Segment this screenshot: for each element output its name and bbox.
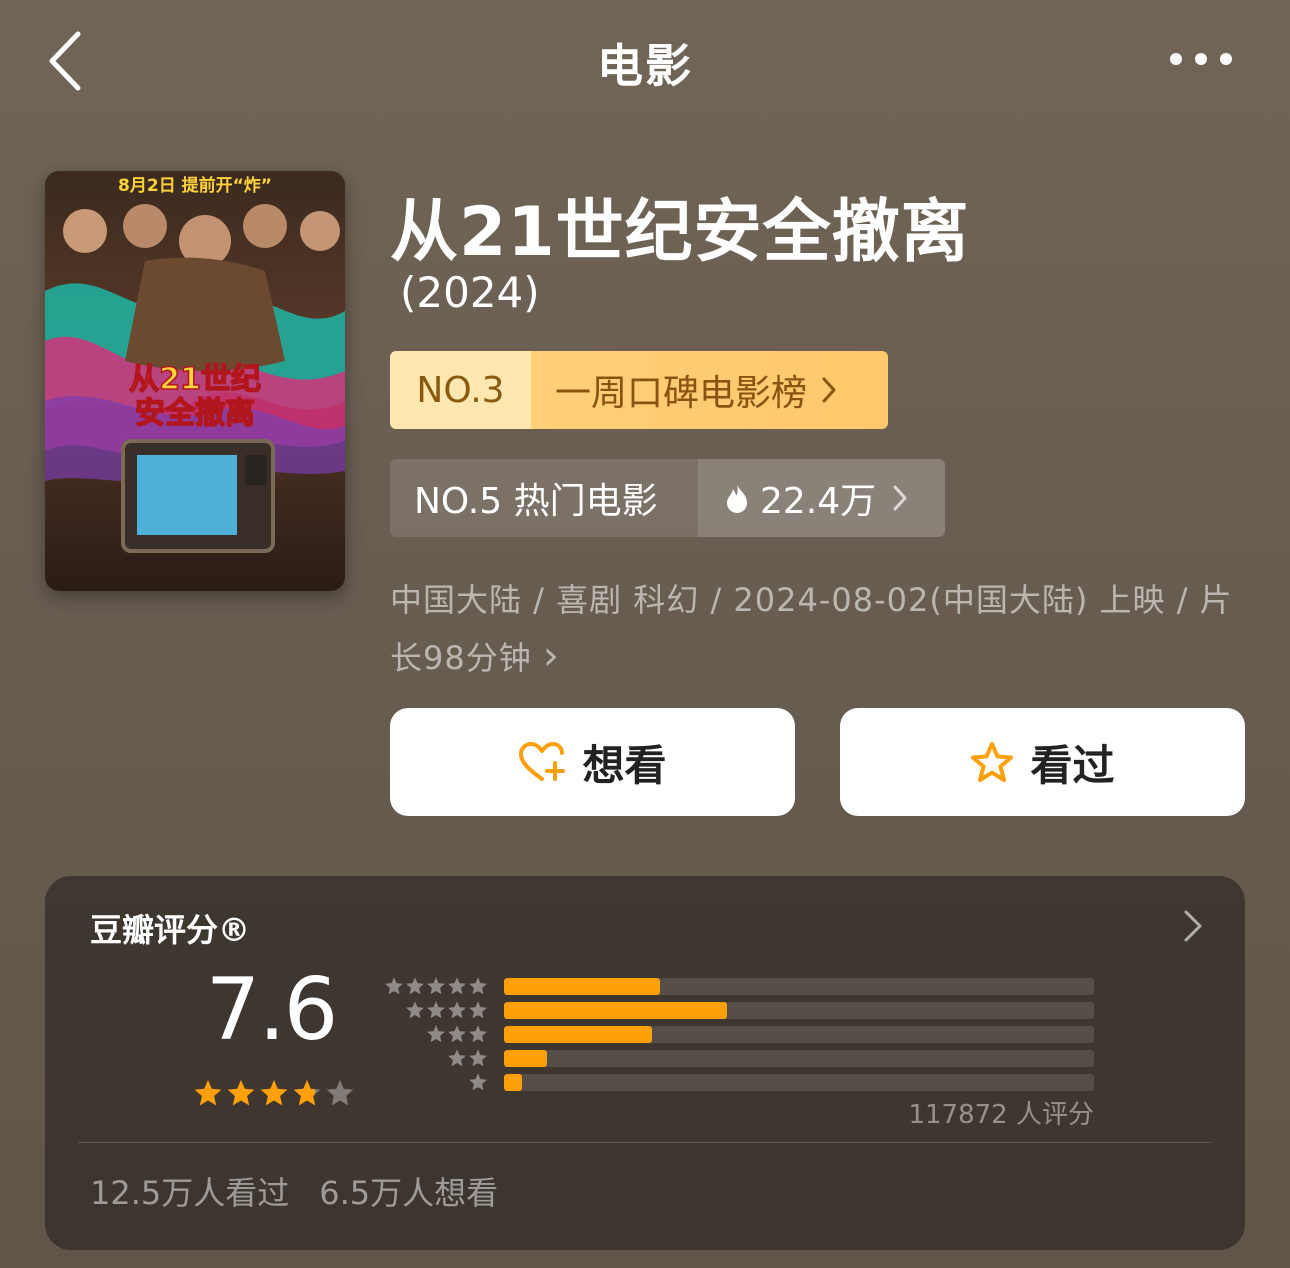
distribution-bar-track bbox=[504, 1002, 1094, 1019]
rank-number: NO.3 bbox=[390, 351, 531, 429]
word-of-mouth-rank-chip[interactable]: NO.3 一周口碑电影榜 bbox=[390, 351, 888, 429]
rank-list-name: 一周口碑电影榜 bbox=[555, 373, 808, 414]
movie-meta-text: 中国大陆 / 喜剧 科幻 / 2024-08-02(中国大陆) 上映 / 片长9… bbox=[390, 581, 1233, 677]
distribution-stars-1 bbox=[384, 1072, 488, 1094]
chevron-right-icon[interactable] bbox=[1178, 908, 1208, 944]
movie-title: 从21世纪安全撤离 bbox=[390, 193, 970, 272]
divider bbox=[78, 1142, 1212, 1143]
movie-poster[interactable]: 8月2日 提前开“炸” 从21世纪 安全撤离 bbox=[45, 171, 345, 591]
star-icon bbox=[293, 1079, 321, 1106]
poster-date-text: 8月2日 提前开“炸” bbox=[118, 175, 272, 196]
watched-label: 看过 bbox=[1030, 740, 1115, 790]
movie-year: (2024) bbox=[400, 268, 540, 317]
want-count: 6.5万人想看 bbox=[319, 1174, 499, 1212]
distribution-bar-track bbox=[504, 978, 1094, 995]
distribution-bar-track bbox=[504, 1074, 1094, 1091]
watched-count: 12.5万人看过 bbox=[90, 1174, 290, 1212]
star-icon bbox=[469, 1073, 487, 1091]
chevron-right-icon bbox=[893, 485, 907, 511]
poster-logo-line1: 从21世纪 bbox=[129, 362, 261, 397]
distribution-bar-track bbox=[504, 1026, 1094, 1043]
watched-button[interactable]: 看过 bbox=[840, 708, 1245, 816]
distribution-stars-4 bbox=[384, 1000, 488, 1022]
star-icon bbox=[469, 1025, 487, 1043]
chevron-right-icon bbox=[822, 377, 836, 403]
heat-value: 22.4万 bbox=[760, 481, 877, 522]
heart-plus-icon bbox=[519, 742, 566, 781]
star-icon bbox=[194, 1079, 222, 1106]
star-icon bbox=[427, 1025, 445, 1043]
rating-title: 豆瓣评分® bbox=[90, 911, 251, 949]
want-to-watch-button[interactable]: 想看 bbox=[390, 708, 795, 816]
page-title: 电影 bbox=[597, 39, 693, 93]
star-icon bbox=[448, 1025, 466, 1043]
meta-chevron-icon: › bbox=[542, 633, 560, 679]
star-icon bbox=[448, 977, 466, 995]
distribution-bar-5-star bbox=[504, 978, 661, 995]
distribution-bar-1-star bbox=[504, 1074, 522, 1091]
more-options-icon[interactable] bbox=[1166, 44, 1236, 74]
rating-score: 7.6 bbox=[205, 960, 339, 1060]
distribution-bar-track bbox=[504, 1050, 1094, 1067]
poster-image: 8月2日 提前开“炸” 从21世纪 安全撤离 bbox=[45, 171, 345, 591]
star-icon bbox=[385, 977, 403, 995]
distribution-bar-2-star bbox=[504, 1050, 548, 1067]
star-icon bbox=[427, 1001, 445, 1019]
movie-meta[interactable]: 中国大陆 / 喜剧 科幻 / 2024-08-02(中国大陆) 上映 / 片长9… bbox=[390, 572, 1240, 686]
star-icon bbox=[406, 977, 424, 995]
distribution-bar-4-star bbox=[504, 1002, 728, 1019]
distribution-stars-3 bbox=[384, 1024, 488, 1046]
star-outline-icon bbox=[971, 742, 1014, 782]
star-icon bbox=[326, 1079, 354, 1106]
hot-movie-rank-chip[interactable]: NO.5 热门电影 22.4万 bbox=[390, 459, 945, 537]
star-icon bbox=[448, 1049, 466, 1067]
star-icon bbox=[469, 1001, 487, 1019]
star-icon bbox=[227, 1079, 255, 1106]
rater-count: 117872 人评分 bbox=[908, 1100, 1094, 1130]
hot-rank-label: NO.5 热门电影 bbox=[390, 459, 698, 537]
want-to-watch-label: 想看 bbox=[582, 740, 667, 790]
poster-logo-line2: 安全撤离 bbox=[135, 396, 255, 431]
star-icon bbox=[427, 977, 445, 995]
flame-icon bbox=[727, 484, 747, 513]
star-icon bbox=[469, 1049, 487, 1067]
rating-stars bbox=[193, 1078, 355, 1108]
audience-stats: 12.5万人看过 6.5万人想看 bbox=[90, 1168, 498, 1214]
star-icon bbox=[260, 1079, 288, 1106]
star-icon bbox=[448, 1001, 466, 1019]
distribution-stars-2 bbox=[384, 1048, 488, 1070]
star-icon bbox=[406, 1001, 424, 1019]
distribution-stars-5 bbox=[384, 976, 488, 998]
distribution-bar-3-star bbox=[504, 1026, 652, 1043]
star-icon bbox=[469, 977, 487, 995]
